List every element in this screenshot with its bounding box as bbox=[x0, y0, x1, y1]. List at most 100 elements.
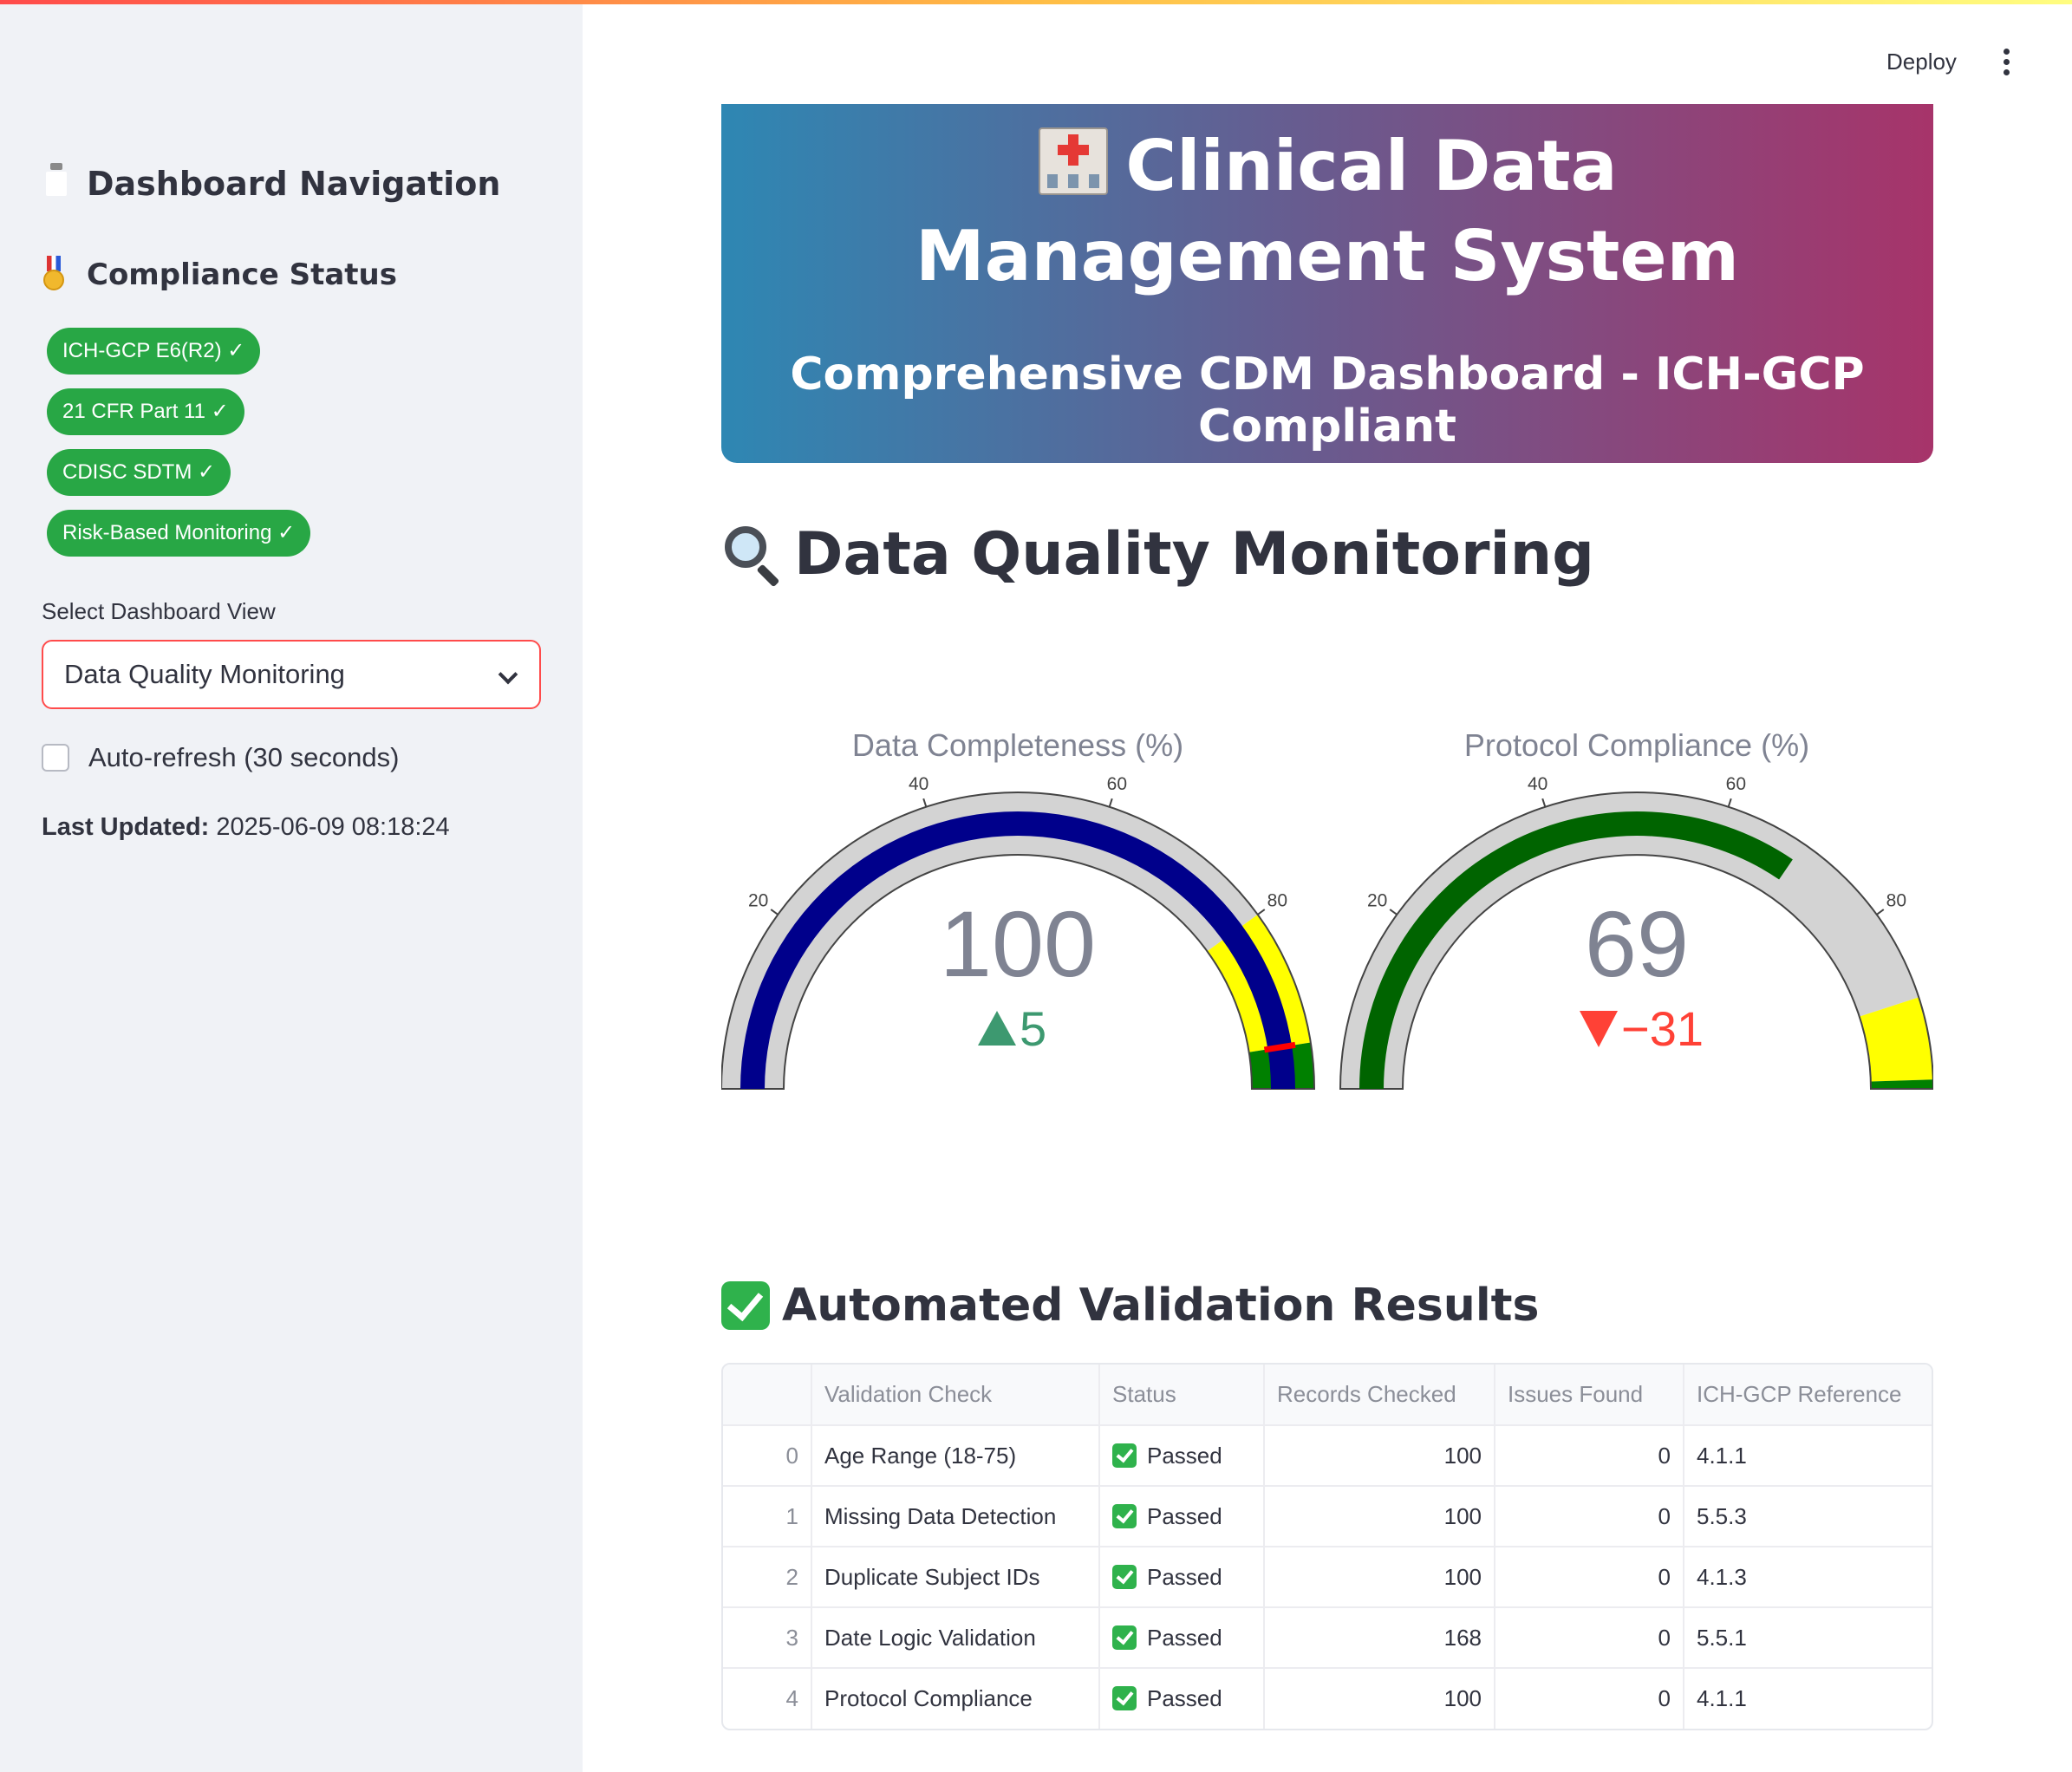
table-cell[interactable]: 100 bbox=[1264, 1486, 1495, 1547]
gauge-tick-label: 20 bbox=[1367, 891, 1387, 911]
gauge-title: Data Completeness (%) bbox=[852, 727, 1183, 763]
sidebar-nav-heading: Dashboard Navigation bbox=[42, 165, 500, 203]
gauge-tick-label: 80 bbox=[1267, 891, 1287, 911]
gauge-tick-label: 40 bbox=[909, 774, 928, 794]
autorefresh-label: Auto-refresh (30 seconds) bbox=[88, 742, 400, 772]
status-text: Passed bbox=[1147, 1685, 1222, 1711]
gauge-tick bbox=[1541, 798, 1547, 808]
table-cell[interactable]: Passed bbox=[1099, 1425, 1265, 1487]
table-cell[interactable]: Age Range (18-75) bbox=[811, 1425, 1100, 1487]
data-quality-title: Data Quality Monitoring bbox=[794, 520, 1594, 589]
gauge-tick bbox=[1389, 909, 1398, 915]
kebab-menu-icon[interactable] bbox=[2003, 49, 2011, 76]
table-cell[interactable]: 100 bbox=[1264, 1547, 1495, 1608]
check-mark-icon bbox=[1112, 1686, 1137, 1710]
table-cell[interactable]: Duplicate Subject IDs bbox=[811, 1547, 1100, 1608]
table-cell[interactable]: 5.5.3 bbox=[1684, 1486, 1932, 1547]
gauge-tick bbox=[1108, 798, 1113, 808]
gauge-delta: 5 bbox=[1020, 1001, 1046, 1056]
gauge-tick bbox=[1257, 909, 1266, 915]
column-header[interactable]: Validation Check bbox=[811, 1365, 1100, 1426]
table-cell[interactable]: 2 bbox=[723, 1547, 812, 1608]
table-row: 0 Age Range (18-75) Passed 100 0 4.1.1 bbox=[723, 1425, 1932, 1487]
table-cell[interactable]: 0 bbox=[1495, 1425, 1684, 1487]
gauge-tick-label: 40 bbox=[1528, 774, 1547, 794]
clipboard-icon bbox=[42, 165, 76, 203]
column-header[interactable]: ICH-GCP Reference bbox=[1684, 1365, 1932, 1426]
table-cell[interactable]: 4 bbox=[723, 1668, 812, 1729]
gauge-value: 100 bbox=[940, 891, 1096, 996]
magnifier-icon bbox=[721, 524, 782, 587]
column-header[interactable]: Status bbox=[1099, 1365, 1265, 1426]
sidebar-nav-title: Dashboard Navigation bbox=[87, 165, 501, 203]
table-cell[interactable]: 4.1.3 bbox=[1684, 1547, 1932, 1608]
gauge-tick bbox=[1727, 798, 1732, 808]
validation-table[interactable]: Validation Check Status Records Checked … bbox=[721, 1363, 1933, 1730]
column-header[interactable]: Records Checked bbox=[1264, 1365, 1495, 1426]
table-row: 1 Missing Data Detection Passed 100 0 5.5.3 bbox=[723, 1486, 1932, 1547]
table-cell[interactable]: Protocol Compliance bbox=[811, 1668, 1100, 1729]
column-header[interactable] bbox=[723, 1365, 812, 1426]
delta-up-icon bbox=[978, 1011, 1016, 1046]
compliance-badge: Risk-Based Monitoring ✓ bbox=[47, 510, 311, 557]
dashboard-view-select[interactable]: Data Quality Monitoring bbox=[42, 640, 541, 709]
table-cell[interactable]: 1 bbox=[723, 1486, 812, 1547]
last-updated-label: Last Updated: bbox=[42, 813, 210, 841]
compliance-heading: Compliance Status bbox=[42, 256, 397, 294]
table-cell[interactable]: Passed bbox=[1099, 1607, 1265, 1669]
table-cell[interactable]: 168 bbox=[1264, 1607, 1495, 1669]
table-header-row: Validation Check Status Records Checked … bbox=[723, 1365, 1932, 1426]
hero-banner: Clinical Data Management System Comprehe… bbox=[721, 104, 1933, 463]
gauge-delta: −31 bbox=[1621, 1001, 1704, 1056]
hospital-icon bbox=[1037, 122, 1110, 195]
top-decoration-stripe bbox=[0, 0, 2072, 4]
table-row: 2 Duplicate Subject IDs Passed 100 0 4.1.3 bbox=[723, 1547, 1932, 1608]
table-cell[interactable]: 0 bbox=[1495, 1668, 1684, 1729]
data-quality-heading: Data Quality Monitoring bbox=[721, 520, 1594, 589]
sidebar: Dashboard Navigation Compliance Status I… bbox=[0, 0, 583, 1772]
compliance-badge: ICH-GCP E6(R2) ✓ bbox=[47, 328, 261, 375]
status-text: Passed bbox=[1147, 1442, 1222, 1469]
autorefresh-row[interactable]: Auto-refresh (30 seconds) bbox=[42, 742, 399, 773]
status-text: Passed bbox=[1147, 1624, 1222, 1651]
compliance-title: Compliance Status bbox=[87, 257, 397, 292]
table-cell[interactable]: 100 bbox=[1264, 1425, 1495, 1487]
dashboard-view-label: Select Dashboard View bbox=[42, 598, 276, 624]
hero-subtitle: Comprehensive CDM Dashboard - ICH-GCP Co… bbox=[790, 349, 1865, 453]
table-cell[interactable]: Passed bbox=[1099, 1668, 1265, 1729]
gauge-tick bbox=[922, 798, 928, 808]
table-cell[interactable]: 4.1.1 bbox=[1684, 1668, 1932, 1729]
column-header[interactable]: Issues Found bbox=[1495, 1365, 1684, 1426]
delta-down-icon bbox=[1580, 1011, 1618, 1047]
autorefresh-checkbox[interactable] bbox=[42, 744, 69, 772]
gauge-tick-label: 60 bbox=[1107, 774, 1127, 794]
check-mark-icon bbox=[1112, 1564, 1137, 1589]
gauge-value: 69 bbox=[1585, 891, 1689, 996]
table-row: 3 Date Logic Validation Passed 168 0 5.5.1 bbox=[723, 1607, 1932, 1669]
chevron-down-icon bbox=[498, 664, 518, 685]
deploy-button[interactable]: Deploy bbox=[1886, 49, 1957, 75]
table-cell[interactable]: 100 bbox=[1264, 1668, 1495, 1729]
gauge-tick bbox=[770, 909, 779, 915]
compliance-badge: 21 CFR Part 11 ✓ bbox=[47, 388, 244, 435]
hero-title-row: Clinical Data Management System bbox=[721, 121, 1933, 302]
gauge-tick-label: 80 bbox=[1886, 891, 1906, 911]
check-mark-icon bbox=[1112, 1625, 1137, 1650]
medal-icon bbox=[42, 256, 76, 294]
table-cell[interactable]: 5.5.1 bbox=[1684, 1607, 1932, 1669]
table-cell[interactable]: 3 bbox=[723, 1607, 812, 1669]
gauge-tick-label: 20 bbox=[748, 891, 768, 911]
last-updated-value: 2025-06-09 08:18:24 bbox=[216, 813, 450, 841]
table-cell[interactable]: 4.1.1 bbox=[1684, 1425, 1932, 1487]
last-updated: Last Updated: 2025-06-09 08:18:24 bbox=[42, 813, 450, 842]
table-cell[interactable]: 0 bbox=[1495, 1486, 1684, 1547]
table-cell[interactable]: 0 bbox=[723, 1425, 812, 1487]
gauge-charts: 20 40 60 80 Data Completeness (%) 1005 20 40 60 8… bbox=[721, 727, 1933, 1090]
table-cell[interactable]: 0 bbox=[1495, 1547, 1684, 1608]
table-cell[interactable]: Missing Data Detection bbox=[811, 1486, 1100, 1547]
table-cell[interactable]: Passed bbox=[1099, 1547, 1265, 1608]
table-cell[interactable]: Date Logic Validation bbox=[811, 1607, 1100, 1669]
select-value: Data Quality Monitoring bbox=[64, 659, 345, 689]
table-cell[interactable]: Passed bbox=[1099, 1486, 1265, 1547]
table-cell[interactable]: 0 bbox=[1495, 1607, 1684, 1669]
